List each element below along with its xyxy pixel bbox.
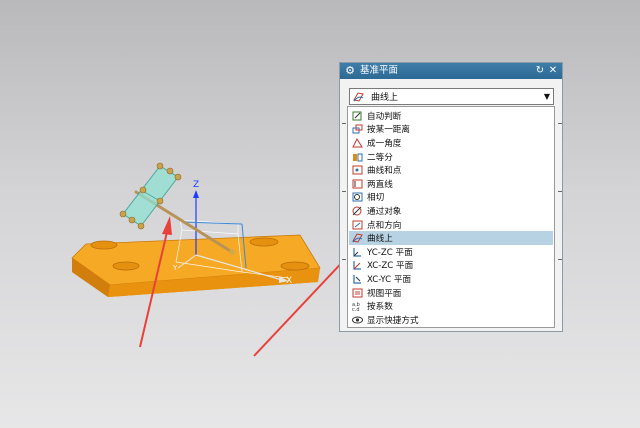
through-object-icon	[352, 206, 363, 216]
type-option[interactable]: 成一角度	[349, 136, 553, 150]
type-option-label: 按系数	[367, 302, 393, 313]
on-curve-icon	[353, 91, 364, 102]
two-lines-icon	[352, 179, 363, 189]
axis-y-label: Y	[172, 264, 178, 272]
reset-icon[interactable]: ↻	[534, 63, 546, 79]
chevron-down-icon[interactable]: ▼	[544, 92, 550, 101]
type-option-label: 点和方向	[367, 220, 402, 231]
type-option[interactable]: 两直线	[349, 177, 553, 191]
type-option[interactable]: 按某一距离	[349, 123, 553, 137]
distance-icon	[352, 124, 363, 134]
type-option[interactable]: a,b c,d 按系数	[349, 299, 553, 313]
type-option-label: XC-ZC 平面	[367, 261, 414, 272]
angle-icon	[352, 137, 363, 148]
type-option-label: 按某一距离	[367, 125, 410, 136]
type-list[interactable]: 自动判断按某一距离成一角度二等分曲线和点两直线相切通过对象点和方向曲线上 YC-Z…	[347, 106, 555, 328]
type-option-label: 相切	[367, 193, 385, 204]
xc-zc-plane-icon	[352, 260, 363, 270]
bisector-icon	[352, 152, 363, 162]
gear-icon[interactable]: ⚙	[343, 63, 357, 79]
tangent-icon	[352, 192, 363, 202]
type-option-label: 显示快捷方式	[367, 315, 419, 326]
datum-plane-preview[interactable]	[119, 162, 182, 230]
type-option[interactable]: 相切	[349, 191, 553, 205]
type-option-label: 两直线	[367, 179, 393, 190]
type-option-label: 视图平面	[367, 288, 402, 299]
type-option-label: YC-ZC 平面	[367, 247, 413, 258]
type-option[interactable]: 点和方向	[349, 218, 553, 232]
on-curve-icon	[352, 233, 363, 243]
type-option[interactable]: 二等分	[349, 150, 553, 164]
type-option-label: XC-YC 平面	[367, 274, 412, 285]
type-option-label: 自动判断	[367, 111, 402, 122]
curve-point-icon	[352, 165, 363, 175]
point-direction-icon	[352, 220, 363, 230]
dialog-titlebar: ⚙ 基准平面 ↻ ✕	[340, 63, 562, 79]
type-option[interactable]: XC-ZC 平面	[349, 259, 553, 273]
xc-yc-plane-icon	[352, 274, 363, 284]
type-option[interactable]: 通过对象	[349, 204, 553, 218]
type-option-label: 成一角度	[367, 138, 402, 149]
type-option[interactable]: 显示快捷方式	[349, 313, 553, 327]
type-option[interactable]: 曲线和点	[349, 163, 553, 177]
yc-zc-plane-icon	[352, 247, 363, 257]
type-option[interactable]: 自动判断	[349, 109, 553, 123]
type-option[interactable]: 曲线上	[349, 231, 553, 245]
svg-text:c,d: c,d	[352, 307, 360, 311]
dialog-title: 基准平面	[360, 65, 399, 76]
auto-infer-icon	[352, 111, 363, 121]
type-dropdown-value: 曲线上	[371, 93, 399, 103]
type-option[interactable]: YC-ZC 平面	[349, 245, 553, 259]
eye-icon	[352, 315, 363, 325]
axis-z-label: Z	[193, 180, 199, 190]
view-plane-icon	[352, 288, 363, 298]
axis-x-label: X	[286, 276, 292, 286]
type-option-label: 曲线上	[367, 234, 393, 245]
close-icon[interactable]: ✕	[547, 63, 559, 79]
type-option-label: 曲线和点	[367, 166, 402, 177]
datum-plane-dialog: ⚙ 基准平面 ↻ ✕ 曲线上 ▼ 自动判断按某一距离成一角度二等分曲线和点两直线…	[339, 62, 563, 332]
type-option[interactable]: 视图平面	[349, 286, 553, 300]
type-option-label: 通过对象	[367, 206, 402, 217]
coefficients-icon: a,b c,d	[352, 301, 363, 313]
type-option[interactable]: XC-YC 平面	[349, 272, 553, 286]
type-dropdown[interactable]: 曲线上 ▼	[349, 88, 554, 105]
type-option-label: 二等分	[367, 152, 393, 163]
